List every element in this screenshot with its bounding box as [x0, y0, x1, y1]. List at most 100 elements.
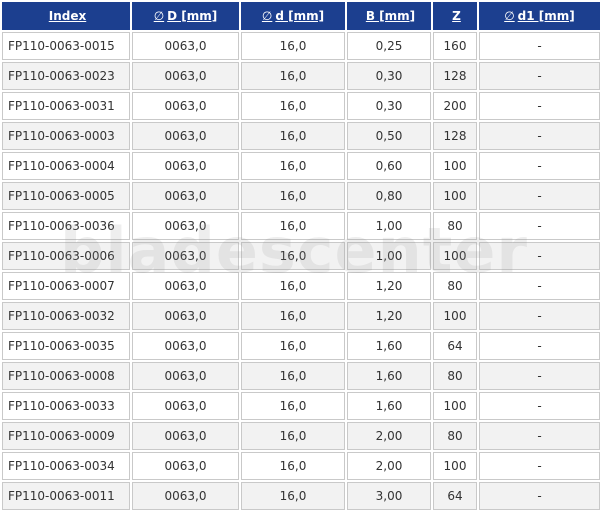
cell-width: 2,00	[347, 422, 431, 450]
product-table-container: Index ∅ D [mm] ∅ d [mm] B [mm] Z ∅ d1 [mm] …	[0, 0, 600, 516]
cell-d1: -	[479, 122, 600, 150]
table-row: FP110-0063-0036 0063,0 16,0 1,00 80-	[2, 212, 600, 240]
cell-index: FP110-0063-0023	[2, 62, 130, 90]
table-row: FP110-0063-0011 0063,0 16,0 3,00 64-	[2, 482, 600, 510]
cell-width: 1,60	[347, 362, 431, 390]
cell-bore-diameter: 16,0	[241, 272, 345, 300]
cell-bore-diameter: 16,0	[241, 32, 345, 60]
cell-index: FP110-0063-0004	[2, 152, 130, 180]
cell-outer-diameter: 0063,0	[132, 302, 239, 330]
cell-index: FP110-0063-0009	[2, 422, 130, 450]
cell-outer-diameter: 0063,0	[132, 392, 239, 420]
cell-outer-diameter: 0063,0	[132, 92, 239, 120]
cell-index: FP110-0063-0005	[2, 182, 130, 210]
cell-outer-diameter: 0063,0	[132, 362, 239, 390]
cell-index: FP110-0063-0003	[2, 122, 130, 150]
cell-teeth: 80	[433, 212, 477, 240]
cell-outer-diameter: 0063,0	[132, 422, 239, 450]
cell-index: FP110-0063-0008	[2, 362, 130, 390]
column-header-d1[interactable]: ∅ d1 [mm]	[479, 2, 600, 30]
cell-index: FP110-0063-0033	[2, 392, 130, 420]
table-row: FP110-0063-0009 0063,0 16,0 2,00 80-	[2, 422, 600, 450]
cell-index: FP110-0063-0011	[2, 482, 130, 510]
cell-d1: -	[479, 242, 600, 270]
cell-teeth: 128	[433, 122, 477, 150]
cell-teeth: 80	[433, 272, 477, 300]
table-row: FP110-0063-0004 0063,0 16,0 0,60 100-	[2, 152, 600, 180]
cell-bore-diameter: 16,0	[241, 242, 345, 270]
cell-teeth: 200	[433, 92, 477, 120]
cell-index: FP110-0063-0032	[2, 302, 130, 330]
cell-index: FP110-0063-0035	[2, 332, 130, 360]
cell-d1: -	[479, 272, 600, 300]
cell-outer-diameter: 0063,0	[132, 122, 239, 150]
cell-d1: -	[479, 332, 600, 360]
cell-d1: -	[479, 152, 600, 180]
cell-teeth: 128	[433, 62, 477, 90]
cell-bore-diameter: 16,0	[241, 302, 345, 330]
cell-width: 2,00	[347, 452, 431, 480]
column-header-width[interactable]: B [mm]	[347, 2, 431, 30]
cell-bore-diameter: 16,0	[241, 62, 345, 90]
cell-d1: -	[479, 482, 600, 510]
cell-index: FP110-0063-0007	[2, 272, 130, 300]
table-row: FP110-0063-0031 0063,0 16,0 0,30 200-	[2, 92, 600, 120]
table-row: FP110-0063-0034 0063,0 16,0 2,00 100-	[2, 452, 600, 480]
cell-teeth: 160	[433, 32, 477, 60]
cell-d1: -	[479, 62, 600, 90]
cell-index: FP110-0063-0015	[2, 32, 130, 60]
cell-bore-diameter: 16,0	[241, 422, 345, 450]
header-row: Index ∅ D [mm] ∅ d [mm] B [mm] Z ∅ d1 [mm]	[2, 2, 600, 30]
cell-outer-diameter: 0063,0	[132, 62, 239, 90]
cell-outer-diameter: 0063,0	[132, 272, 239, 300]
table-row: FP110-0063-0008 0063,0 16,0 1,60 80-	[2, 362, 600, 390]
cell-width: 0,80	[347, 182, 431, 210]
cell-width: 1,00	[347, 242, 431, 270]
cell-d1: -	[479, 182, 600, 210]
cell-teeth: 100	[433, 182, 477, 210]
cell-index: FP110-0063-0031	[2, 92, 130, 120]
table-row: FP110-0063-0006 0063,0 16,0 1,00 100-	[2, 242, 600, 270]
cell-teeth: 64	[433, 332, 477, 360]
table-row: FP110-0063-0023 0063,0 16,0 0,30 128-	[2, 62, 600, 90]
product-table: Index ∅ D [mm] ∅ d [mm] B [mm] Z ∅ d1 [mm] …	[0, 0, 600, 512]
cell-bore-diameter: 16,0	[241, 152, 345, 180]
cell-bore-diameter: 16,0	[241, 392, 345, 420]
cell-teeth: 100	[433, 452, 477, 480]
cell-outer-diameter: 0063,0	[132, 452, 239, 480]
table-body: FP110-0063-0015 0063,0 16,0 0,25 160- FP110-0…	[2, 32, 600, 510]
cell-outer-diameter: 0063,0	[132, 152, 239, 180]
cell-outer-diameter: 0063,0	[132, 212, 239, 240]
cell-index: FP110-0063-0034	[2, 452, 130, 480]
cell-width: 0,60	[347, 152, 431, 180]
cell-width: 0,50	[347, 122, 431, 150]
cell-bore-diameter: 16,0	[241, 362, 345, 390]
column-header-teeth[interactable]: Z	[433, 2, 477, 30]
column-header-outer-diameter[interactable]: ∅ D [mm]	[132, 2, 239, 30]
column-header-index[interactable]: Index	[2, 2, 130, 30]
table-row: FP110-0063-0005 0063,0 16,0 0,80 100-	[2, 182, 600, 210]
column-header-bore-diameter[interactable]: ∅ d [mm]	[241, 2, 345, 30]
cell-teeth: 80	[433, 362, 477, 390]
table-row: FP110-0063-0033 0063,0 16,0 1,60 100-	[2, 392, 600, 420]
cell-teeth: 100	[433, 242, 477, 270]
cell-teeth: 64	[433, 482, 477, 510]
cell-outer-diameter: 0063,0	[132, 182, 239, 210]
cell-teeth: 80	[433, 422, 477, 450]
cell-bore-diameter: 16,0	[241, 452, 345, 480]
cell-d1: -	[479, 302, 600, 330]
cell-index: FP110-0063-0006	[2, 242, 130, 270]
cell-teeth: 100	[433, 302, 477, 330]
table-row: FP110-0063-0003 0063,0 16,0 0,50 128-	[2, 122, 600, 150]
cell-width: 1,60	[347, 332, 431, 360]
cell-bore-diameter: 16,0	[241, 482, 345, 510]
cell-bore-diameter: 16,0	[241, 182, 345, 210]
cell-bore-diameter: 16,0	[241, 92, 345, 120]
cell-teeth: 100	[433, 152, 477, 180]
cell-d1: -	[479, 452, 600, 480]
cell-width: 0,30	[347, 92, 431, 120]
cell-d1: -	[479, 362, 600, 390]
cell-teeth: 100	[433, 392, 477, 420]
cell-outer-diameter: 0063,0	[132, 482, 239, 510]
table-row: FP110-0063-0015 0063,0 16,0 0,25 160-	[2, 32, 600, 60]
